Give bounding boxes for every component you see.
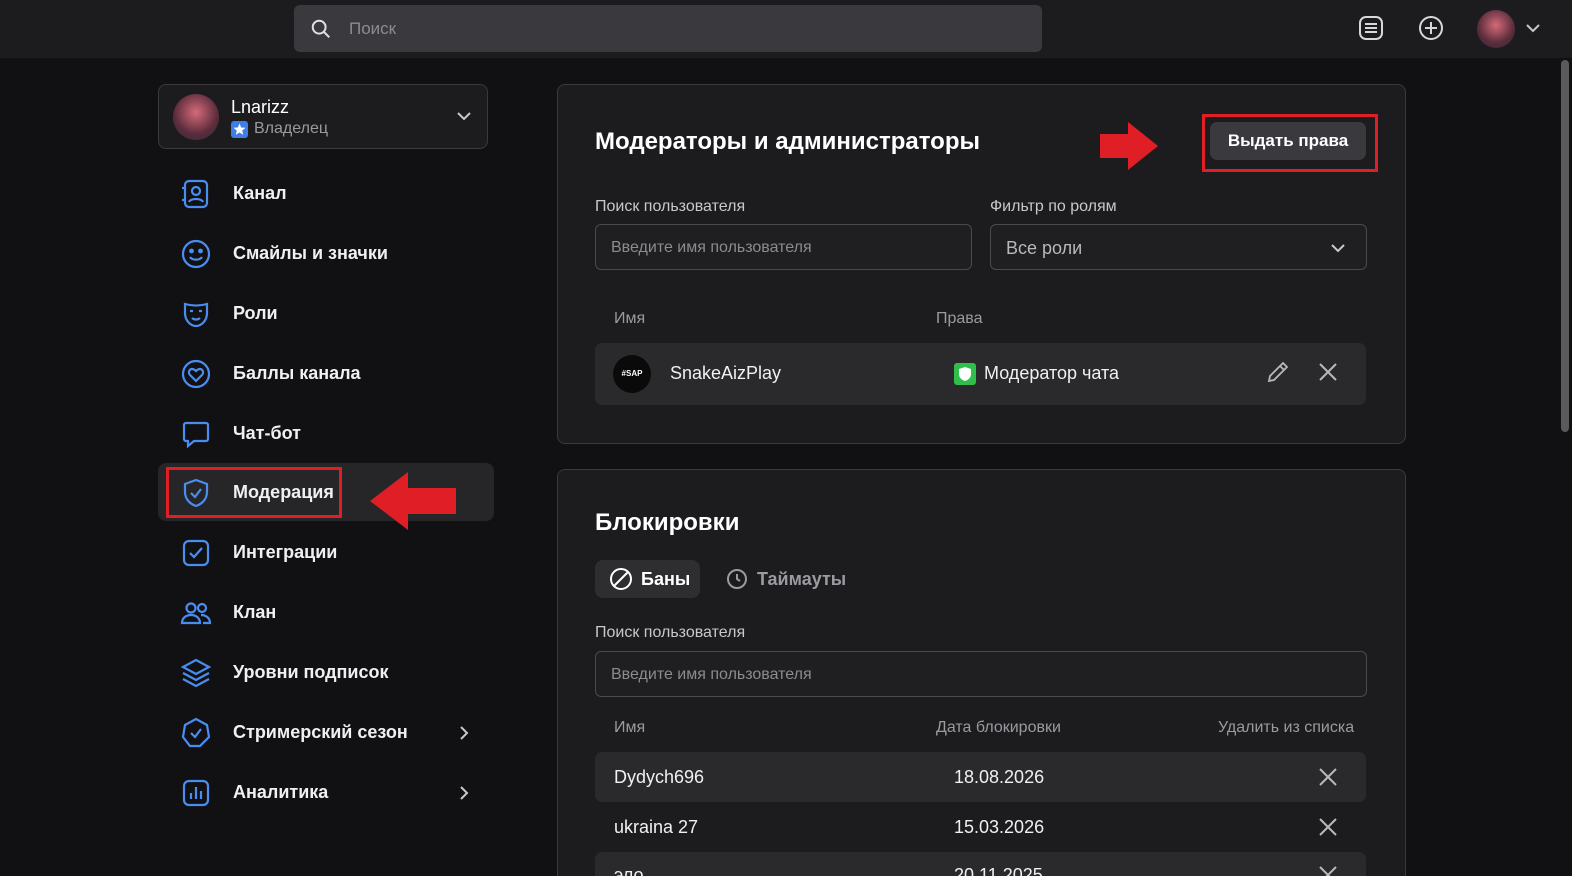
banned-user-name: Dydych696	[614, 767, 705, 787]
list-icon[interactable]	[1357, 14, 1385, 42]
close-icon[interactable]	[1316, 360, 1340, 384]
chevron-right-icon	[460, 726, 469, 740]
input-placeholder: Введите имя пользователя	[611, 239, 812, 256]
moderator-role: Модератор чата	[984, 363, 1120, 383]
sidebar-item-channel[interactable]: Канал	[158, 164, 494, 222]
user-avatar[interactable]	[1477, 10, 1515, 48]
analytics-icon	[182, 779, 210, 807]
ban-date: 20.11.2025	[954, 865, 1043, 876]
sidebar-item-streamer-season[interactable]: Стримерский сезон	[158, 703, 494, 761]
table-row: #SAP SnakeAizPlay Модератор чата	[595, 343, 1366, 405]
column-header-date: Дата блокировки	[936, 719, 1061, 736]
column-header-name: Имя	[614, 310, 646, 327]
highlight-box-grant-button	[1202, 114, 1378, 172]
blocks-title: Блокировки	[595, 509, 740, 536]
sidebar-item-label: Смайлы и значки	[233, 243, 388, 263]
highlight-box-moderation	[166, 467, 342, 518]
banned-user-name: ukraina 27	[614, 817, 699, 837]
sidebar-item-label: Канал	[233, 183, 287, 203]
sidebar-item-sub-tiers[interactable]: Уровни подписок	[158, 643, 494, 701]
sidebar-item-label: Баллы канала	[233, 363, 361, 383]
chevron-down-icon[interactable]	[1525, 22, 1541, 34]
table-row: Dydych696 18.08.2026	[595, 752, 1366, 802]
moderator-name: SnakeAizPlay	[670, 363, 782, 383]
sidebar-item-label: Роли	[233, 303, 278, 323]
role-filter-select[interactable]: Все роли	[990, 224, 1367, 270]
sidebar-item-clan[interactable]: Клан	[158, 583, 494, 641]
global-search-input[interactable]: Поиск	[294, 5, 1042, 52]
role-filter-value: Все роли	[1006, 238, 1083, 258]
layers-icon	[180, 658, 212, 688]
user-search-label: Поиск пользователя	[595, 198, 746, 215]
mask-icon	[183, 302, 209, 328]
smile-icon	[181, 239, 211, 269]
close-icon[interactable]	[1316, 863, 1340, 876]
channel-name: Lnarizz	[231, 97, 290, 117]
ban-icon	[610, 568, 632, 590]
add-icon[interactable]	[1417, 14, 1445, 42]
ban-date: 15.03.2026	[954, 817, 1045, 837]
sidebar-item-label: Чат-бот	[233, 423, 301, 443]
red-arrow-right-icon	[1100, 122, 1158, 170]
sidebar-item-label: Аналитика	[233, 782, 329, 802]
channel-role-label: Владелец	[254, 120, 329, 137]
ban-search-label: Поиск пользователя	[595, 624, 746, 641]
sidebar-item-chatbot[interactable]: Чат-бот	[158, 404, 494, 462]
sidebar-item-roles[interactable]: Роли	[158, 284, 494, 342]
clock-icon	[727, 569, 747, 589]
chevron-right-icon	[460, 786, 469, 800]
channel-avatar	[173, 94, 219, 140]
banned-user-name: эло	[614, 865, 644, 876]
ban-search-input[interactable]: Введите имя пользователя	[595, 651, 1367, 697]
close-icon[interactable]	[1316, 765, 1340, 789]
sidebar-item-label: Стримерский сезон	[233, 722, 408, 742]
badge-check-icon	[181, 717, 211, 748]
top-bar: Поиск	[0, 0, 1572, 58]
column-header-name: Имя	[614, 719, 646, 736]
column-header-remove: Удалить из списка	[1218, 719, 1355, 736]
sidebar-item-label: Клан	[233, 602, 277, 622]
tab-timeouts[interactable]: Таймауты	[711, 560, 861, 598]
chat-bubble-icon	[182, 421, 210, 449]
moderator-shield-icon	[954, 363, 976, 385]
search-icon	[311, 19, 330, 38]
tab-timeouts-label: Таймауты	[757, 568, 847, 589]
chevron-down-icon	[1331, 244, 1345, 253]
tab-bans[interactable]: Баны	[595, 560, 700, 598]
moderator-search-input[interactable]: Введите имя пользователя	[595, 224, 972, 270]
channel-selector[interactable]: Lnarizz Владелец	[158, 84, 488, 149]
sidebar-item-emotes[interactable]: Смайлы и значки	[158, 224, 494, 282]
table-row: эло 20.11.2025	[595, 852, 1366, 876]
users-icon	[180, 602, 212, 625]
chevron-down-icon	[457, 112, 471, 121]
sidebar-item-label: Интеграции	[233, 542, 338, 562]
scrollbar-thumb[interactable]	[1561, 60, 1569, 432]
checkbox-icon	[182, 539, 210, 567]
moderator-avatar: #SAP	[613, 355, 651, 393]
red-arrow-left-icon	[370, 472, 456, 530]
tab-bans-label: Баны	[641, 568, 691, 589]
ban-date: 18.08.2026	[954, 767, 1045, 787]
moderators-title: Модераторы и администраторы	[595, 128, 980, 155]
close-icon[interactable]	[1316, 815, 1340, 839]
heart-points-icon	[181, 359, 211, 389]
column-header-rights: Права	[936, 310, 983, 327]
input-placeholder: Введите имя пользователя	[611, 666, 812, 683]
pencil-icon[interactable]	[1265, 359, 1291, 385]
table-row: ukraina 27 15.03.2026	[595, 802, 1366, 852]
role-filter-label: Фильтр по ролям	[990, 198, 1117, 215]
sidebar-item-points[interactable]: Баллы канала	[158, 344, 494, 402]
channel-icon	[182, 179, 209, 209]
sidebar-item-analytics[interactable]: Аналитика	[158, 763, 494, 821]
sidebar-item-label: Уровни подписок	[233, 662, 389, 682]
channel-role: Владелец	[231, 120, 328, 138]
search-placeholder: Поиск	[349, 19, 397, 38]
star-icon	[231, 120, 248, 138]
